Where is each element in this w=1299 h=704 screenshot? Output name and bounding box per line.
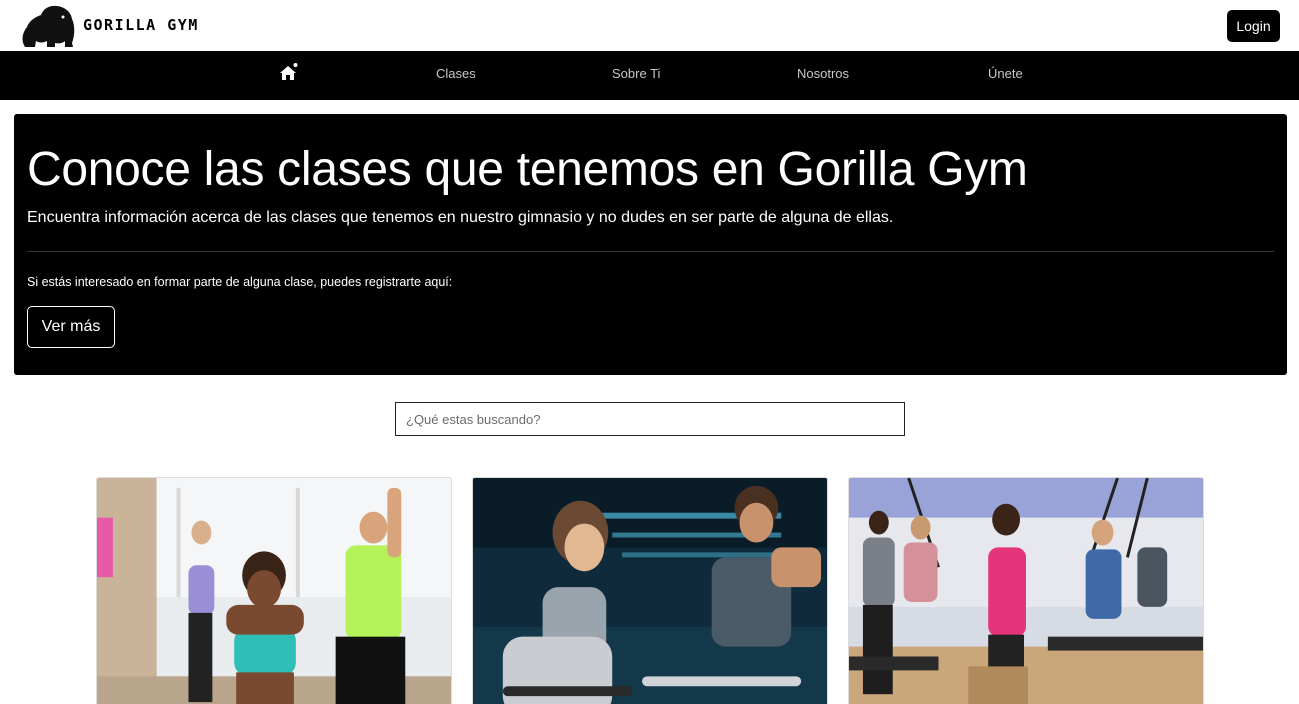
hero-title: Conoce las clases que tenemos en Gorilla… [27, 143, 1028, 196]
spinning-class-photo [473, 478, 827, 704]
nav-link-sobre-ti[interactable]: Sobre Ti [612, 66, 660, 81]
class-card-pilates[interactable] [848, 477, 1204, 704]
gorilla-logo-icon[interactable] [19, 3, 77, 49]
ver-mas-button[interactable]: Ver más [27, 306, 115, 348]
hero-subtitle: Encuentra información acerca de las clas… [27, 209, 894, 226]
hero-register-note: Si estás interesado en formar parte de a… [27, 275, 453, 289]
hero-banner: Conoce las clases que tenemos en Gorilla… [14, 114, 1287, 375]
hero-divider [27, 251, 1274, 252]
class-card-dance[interactable] [96, 477, 452, 704]
main-navbar: Clases Sobre Ti Nosotros Únete [0, 51, 1299, 100]
nav-link-unete[interactable]: Únete [988, 66, 1023, 81]
dance-aerobics-class-photo [97, 478, 451, 704]
pilates-trx-class-photo [849, 478, 1203, 704]
search-input[interactable] [395, 402, 905, 436]
top-header: GORILLA GYM Login [0, 0, 1299, 51]
brand-name: GORILLA GYM [83, 16, 199, 34]
login-button[interactable]: Login [1227, 10, 1280, 42]
nav-link-clases[interactable]: Clases [436, 66, 476, 81]
nav-link-nosotros[interactable]: Nosotros [797, 66, 849, 81]
home-icon[interactable] [278, 62, 300, 84]
class-card-spinning[interactable] [472, 477, 828, 704]
